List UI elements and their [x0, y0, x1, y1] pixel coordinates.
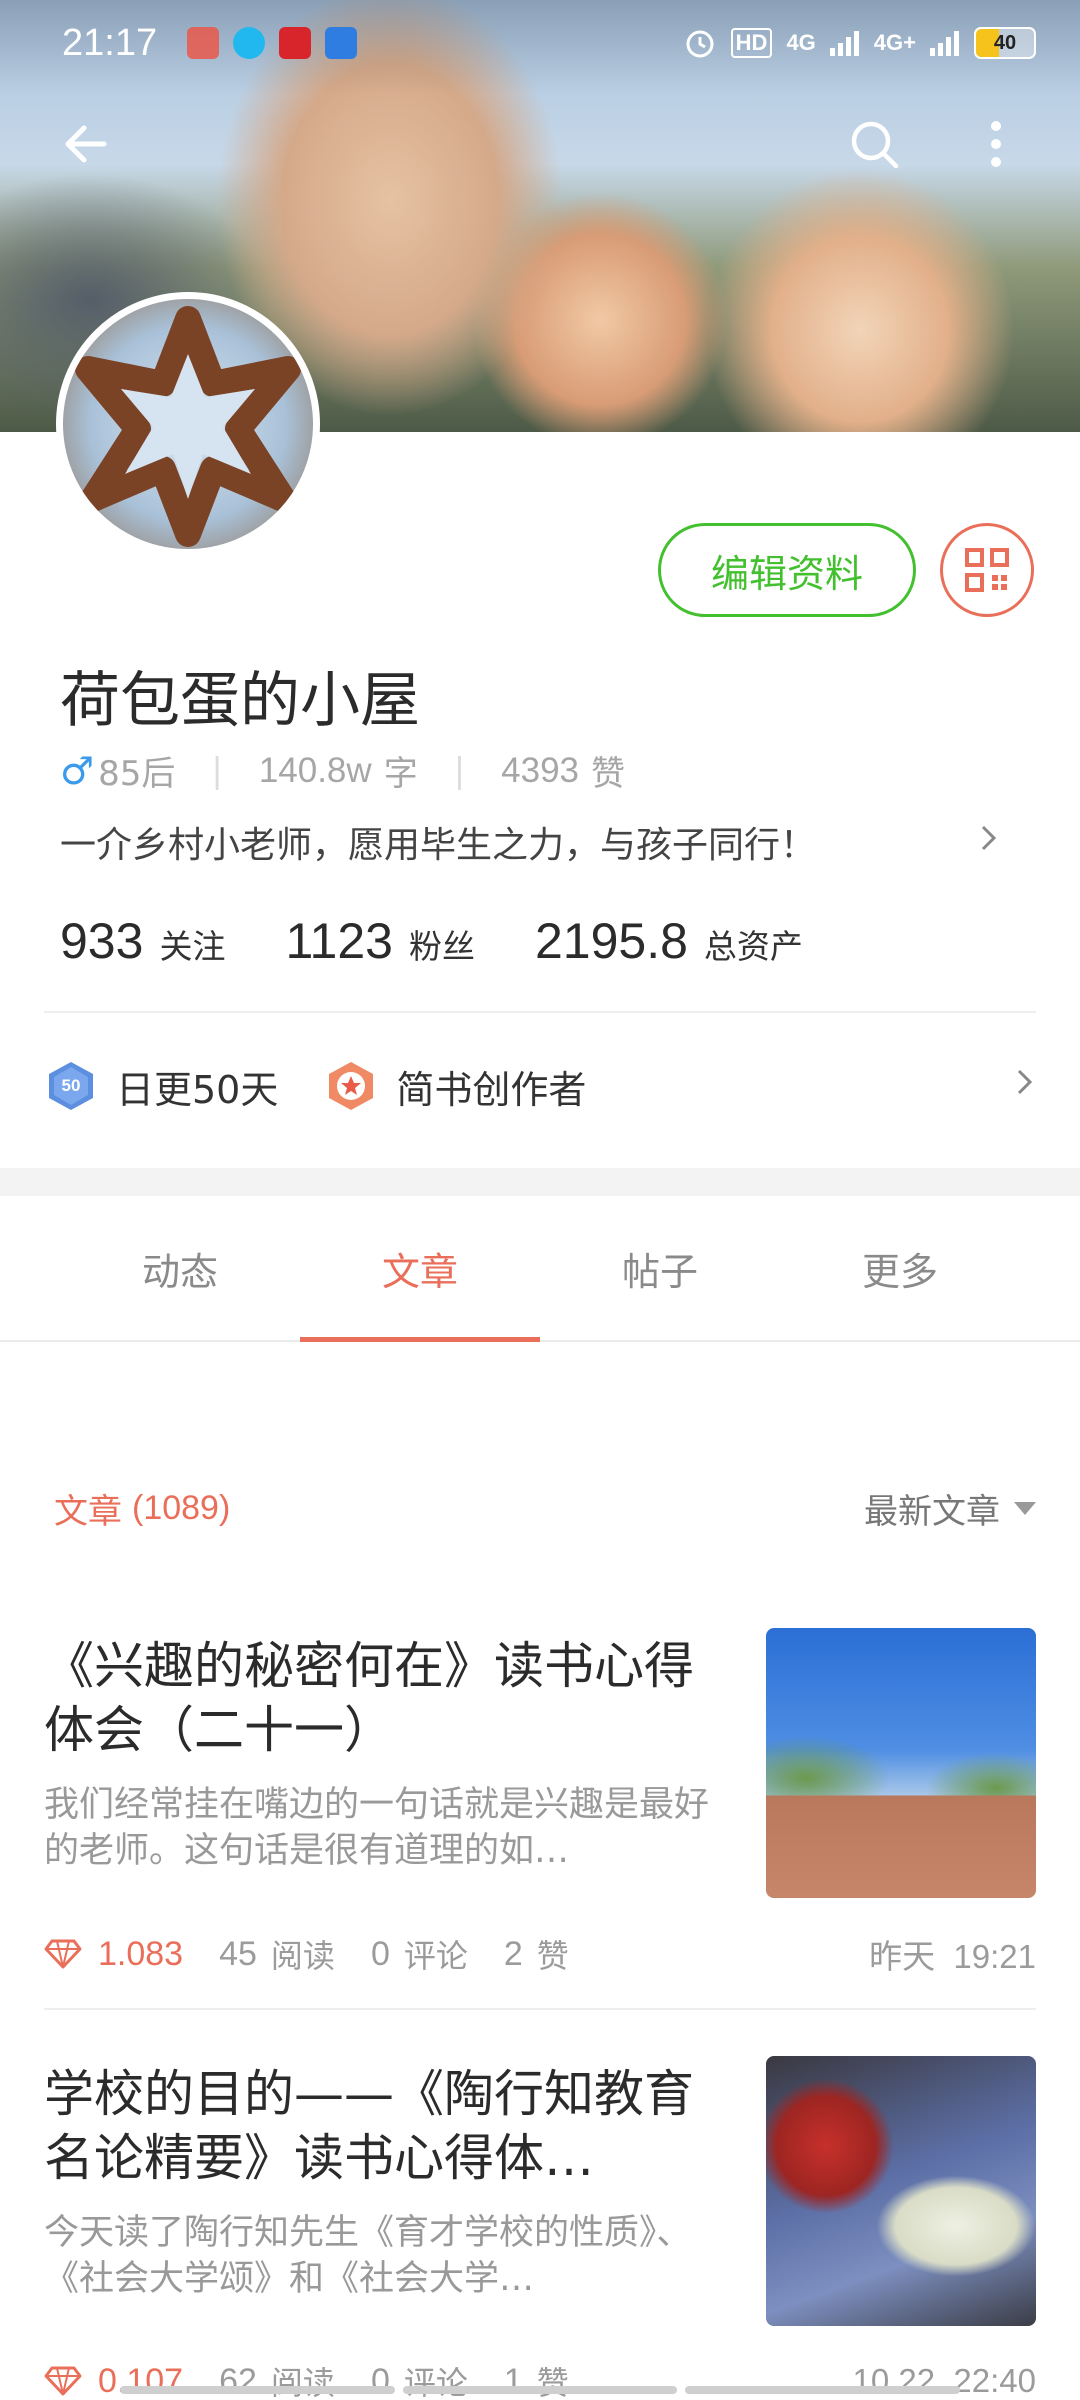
read-count: 62 — [219, 2361, 257, 2400]
section-separator — [0, 1168, 1080, 1196]
badge-daily-update: 日更50天 — [116, 1067, 279, 1112]
diamond-value: 1.083 — [98, 1934, 184, 1973]
article-time: 10.22 22:40 — [852, 2362, 1037, 2399]
more-button[interactable] — [960, 108, 1032, 180]
article-thumbnail[interactable] — [766, 1628, 1036, 1898]
article-title[interactable]: 学校的目的——《陶行知教育名论精要》读书心得体… — [44, 2062, 712, 2190]
signal-icon-2 — [930, 31, 959, 56]
followers-label[interactable]: 粉丝 — [409, 920, 475, 968]
battery-icon: 40 — [974, 27, 1036, 59]
notification-icons — [187, 27, 358, 59]
welink-notification-icon — [325, 27, 358, 59]
battery-level: 40 — [993, 31, 1017, 54]
article-time: 昨天 19:21 — [869, 1938, 1036, 1975]
profile-stats: 933 关注 1123 粉丝 2195.8 总资产 — [60, 912, 863, 970]
search-icon — [851, 121, 899, 169]
meta-divider: | — [211, 750, 223, 791]
comment-count: 0 — [370, 2361, 390, 2400]
more-vertical-icon — [991, 121, 1001, 167]
chevron-right-icon — [1014, 1065, 1036, 1108]
status-indicators: HD 4G 4G+ 40 — [683, 26, 1036, 60]
tab-activity[interactable]: 动态 — [60, 1196, 300, 1340]
app-notification-icon — [187, 27, 220, 59]
search-button[interactable] — [838, 108, 910, 180]
article-thumbnail[interactable] — [766, 2056, 1036, 2326]
avatar[interactable] — [56, 292, 320, 556]
following-label[interactable]: 关注 — [159, 920, 225, 968]
like-count: 4393 — [501, 750, 580, 790]
badge-creator: 简书创作者 — [396, 1067, 587, 1112]
tab-more[interactable]: 更多 — [780, 1196, 1020, 1340]
profile-meta: ♂ 85后 | 140.8w 字 | 4393 赞 — [60, 746, 625, 795]
article-item[interactable]: 学校的目的——《陶行知教育名论精要》读书心得体… 今天读了陶行知先生《育才学校的… — [44, 2056, 1036, 2400]
students-reading-image — [766, 2056, 1036, 2326]
network-4g: 4G — [786, 30, 816, 55]
article-count: (1089) — [132, 1489, 231, 1527]
profile-name: 荷包蛋的小屋 — [60, 666, 420, 736]
divider — [44, 1011, 1036, 1013]
tab-posts[interactable]: 帖子 — [540, 1196, 780, 1340]
diamond-icon — [44, 1939, 82, 1969]
like-count: 2 — [503, 1934, 523, 1973]
sort-dropdown[interactable]: 最新文章 — [864, 1484, 1036, 1533]
alarm-icon — [686, 30, 714, 58]
read-label: 阅读 — [270, 1937, 335, 1975]
chevron-right-icon — [978, 821, 1000, 864]
male-icon: ♂ — [60, 748, 95, 793]
arrow-left-icon — [65, 125, 107, 163]
bio-text: 一介乡村小老师，愿用毕生之力，与孩子同行！ — [60, 825, 817, 866]
section-title: 文章 — [54, 1492, 122, 1532]
status-bar: 21:17 HD 4G 4G+ 40 — [0, 0, 1080, 86]
word-unit: 字 — [383, 754, 418, 794]
hd-indicator: HD — [730, 28, 773, 58]
read-count: 45 — [219, 1934, 257, 1973]
qq-notification-icon — [233, 27, 266, 59]
edit-profile-button[interactable]: 编辑资料 — [658, 523, 916, 617]
profile-tabs: 动态 文章 帖子 更多 — [0, 1196, 1080, 1342]
divider — [44, 2008, 1036, 2010]
profile-bio[interactable]: 一介乡村小老师，愿用毕生之力，与孩子同行！ — [60, 816, 1000, 868]
news-notification-icon — [279, 27, 312, 59]
following-count[interactable]: 933 — [60, 912, 143, 970]
diamond-icon — [44, 2366, 82, 2396]
age-group: 85后 — [98, 754, 176, 794]
article-item[interactable]: 《兴趣的秘密何在》读书心得体会（二十一） 我们经常挂在嘴边的一句话就是兴趣是最好… — [44, 1628, 1036, 1975]
profile-page: 21:17 HD 4G 4G+ 40 编辑资料 荷包蛋的小屋 ♂ 85后 | 1… — [0, 0, 1080, 2400]
diamond-value: 0.107 — [98, 2361, 184, 2400]
meta-divider: | — [453, 750, 466, 791]
article-title[interactable]: 《兴趣的秘密何在》读书心得体会（二十一） — [44, 1634, 712, 1762]
qr-code-icon — [965, 548, 1009, 592]
word-count: 140.8w — [258, 750, 372, 790]
signal-icon — [829, 31, 859, 56]
like-label: 赞 — [536, 1937, 569, 1975]
sort-label: 最新文章 — [864, 1492, 1000, 1532]
article-abstract: 今天读了陶行知先生《育才学校的性质》、《社会大学颂》和《社会大学… — [44, 2213, 692, 2299]
status-time: 21:17 — [62, 21, 158, 64]
triangle-down-icon — [1014, 1502, 1036, 1515]
scroll-indicator — [120, 2386, 961, 2394]
comment-count: 0 — [370, 1934, 390, 1973]
assets-label[interactable]: 总资产 — [704, 920, 803, 968]
like-unit: 赞 — [591, 754, 626, 794]
articles-section-header: 文章 (1089) 最新文章 — [54, 1484, 1036, 1533]
followers-count[interactable]: 1123 — [285, 912, 393, 970]
qr-code-button[interactable] — [940, 523, 1034, 617]
comment-label: 评论 — [403, 1937, 468, 1975]
daily-update-badge-icon: 50 — [44, 1059, 98, 1113]
article-abstract: 我们经常挂在嘴边的一句话就是兴趣是最好的老师。这句话是很有道理的如… — [44, 1785, 710, 1871]
badges-row[interactable]: 50 日更50天 简书创作者 — [44, 1046, 1036, 1126]
assets-count[interactable]: 2195.8 — [535, 912, 688, 970]
badge-50-text: 50 — [62, 1076, 81, 1095]
avatar-star-hands-image — [75, 306, 301, 547]
network-4g-plus: 4G+ — [873, 30, 916, 55]
creator-badge-icon — [324, 1059, 378, 1113]
article-meta: 1.083 45 阅读 0 评论 2 赞 昨天 19:21 — [44, 1930, 1036, 1978]
playground-image — [766, 1628, 1036, 1898]
like-count: 1 — [503, 2361, 523, 2400]
back-button[interactable] — [50, 108, 122, 180]
tab-articles[interactable]: 文章 — [300, 1196, 540, 1342]
